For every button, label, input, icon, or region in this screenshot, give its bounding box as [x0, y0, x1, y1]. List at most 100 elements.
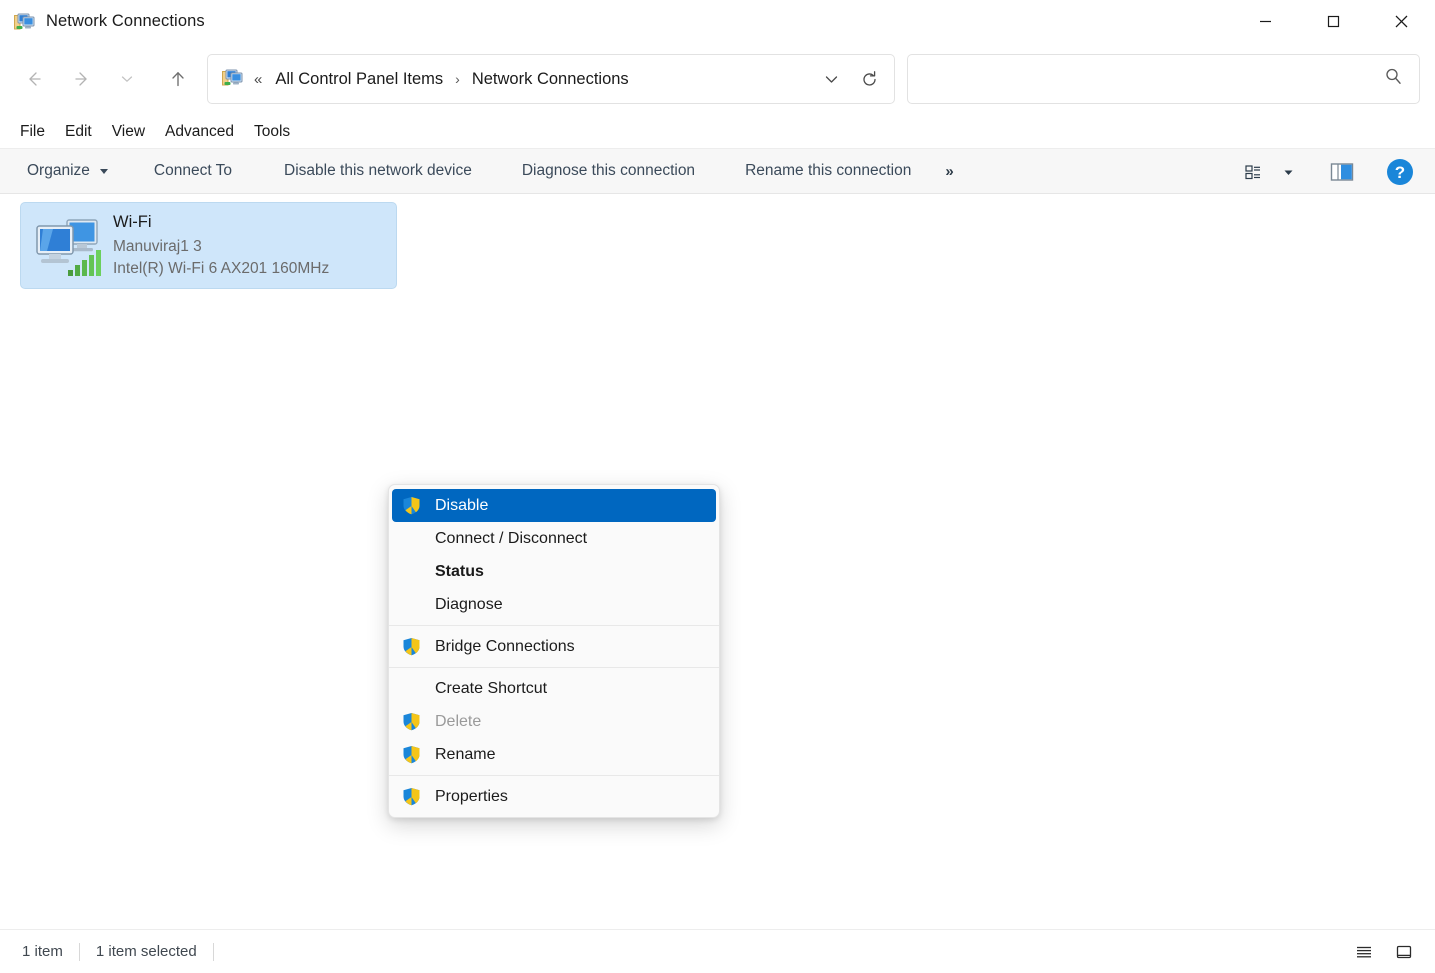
context-menu-label: Create Shortcut [435, 681, 547, 697]
context-menu-label: Disable [435, 498, 488, 514]
large-icons-view-icon [1394, 942, 1414, 962]
context-menu-label: Rename [435, 747, 495, 763]
context-menu-item-bridge-connections[interactable]: Bridge Connections [392, 630, 716, 663]
context-menu-item-properties[interactable]: Properties [392, 780, 716, 813]
context-menu-separator [389, 775, 719, 776]
network-connections-icon [14, 12, 36, 32]
forward-arrow-icon [72, 69, 92, 89]
context-menu-label: Connect / Disconnect [435, 531, 587, 547]
connection-item-text: Wi-Fi Manuviraj1 3 Intel(R) Wi-Fi 6 AX20… [113, 210, 329, 281]
organize-button[interactable]: Organize [16, 157, 119, 185]
forward-button[interactable] [62, 59, 102, 99]
context-menu: Disable Connect / Disconnect Status Diag… [388, 484, 720, 818]
navigation-buttons [14, 59, 198, 99]
network-adapter-wireless-icon [31, 212, 107, 280]
context-menu-item-create-shortcut[interactable]: Create Shortcut [392, 672, 716, 705]
close-button[interactable] [1367, 0, 1435, 43]
caret-down-icon [100, 169, 108, 174]
context-menu-group-2: Bridge Connections [389, 629, 719, 664]
back-button[interactable] [14, 59, 54, 99]
context-menu-separator [389, 625, 719, 626]
command-bar: Organize Connect To Disable this network… [0, 148, 1435, 194]
address-bar-icon [222, 68, 244, 90]
uac-shield-icon [399, 495, 423, 517]
search-icon[interactable] [1384, 67, 1403, 91]
context-menu-group-3: Create Shortcut Delete [389, 671, 719, 772]
breadcrumb-overflow[interactable]: « [252, 72, 270, 87]
connection-item-wifi[interactable]: Wi-Fi Manuviraj1 3 Intel(R) Wi-Fi 6 AX20… [20, 202, 397, 289]
no-icon [399, 561, 423, 583]
breadcrumb-network-connections[interactable]: Network Connections [467, 67, 634, 92]
rename-connection-button[interactable]: Rename this connection [734, 157, 922, 185]
details-view-icon [1354, 942, 1374, 962]
view-options-dropdown-button[interactable] [1275, 154, 1301, 190]
breadcrumb-separator[interactable]: › [448, 71, 467, 87]
command-bar-right: ? [1235, 149, 1419, 195]
menu-view[interactable]: View [103, 120, 154, 144]
recent-locations-button[interactable] [110, 59, 144, 99]
address-bar[interactable]: « All Control Panel Items › Network Conn… [207, 54, 895, 104]
view-options-icon [1244, 162, 1264, 182]
status-divider [79, 943, 80, 961]
breadcrumb-all-control-panel-items[interactable]: All Control Panel Items [270, 67, 448, 92]
menu-bar: File Edit View Advanced Tools [0, 115, 1435, 148]
help-icon: ? [1385, 157, 1415, 187]
refresh-button[interactable] [850, 60, 888, 98]
context-menu-item-status[interactable]: Status [392, 555, 716, 588]
minimize-button[interactable] [1231, 0, 1299, 43]
status-item-count: 1 item [0, 943, 63, 960]
chevron-down-icon [119, 71, 135, 87]
no-icon [399, 678, 423, 700]
title-bar-left: Network Connections [0, 12, 205, 32]
menu-edit[interactable]: Edit [56, 120, 101, 144]
uac-shield-icon [399, 744, 423, 766]
no-icon [399, 594, 423, 616]
up-button[interactable] [158, 59, 198, 99]
menu-file[interactable]: File [11, 120, 54, 144]
address-dropdown-button[interactable] [812, 60, 850, 98]
status-bar: 1 item 1 item selected [0, 929, 1435, 973]
maximize-button[interactable] [1299, 0, 1367, 43]
connect-to-button[interactable]: Connect To [143, 157, 243, 185]
search-box[interactable] [907, 54, 1420, 104]
menu-tools[interactable]: Tools [245, 120, 299, 144]
details-view-button[interactable] [1347, 937, 1381, 967]
context-menu-item-connect-disconnect[interactable]: Connect / Disconnect [392, 522, 716, 555]
connection-adapter: Intel(R) Wi-Fi 6 AX201 160MHz [113, 258, 329, 281]
uac-shield-icon [399, 711, 423, 733]
connection-network: Manuviraj1 3 [113, 236, 329, 259]
uac-shield-icon [399, 786, 423, 808]
status-divider [213, 943, 214, 961]
toolbar-overflow-button[interactable]: » [936, 157, 962, 186]
preview-pane-button[interactable] [1323, 154, 1361, 190]
context-menu-label: Status [435, 564, 484, 580]
context-menu-group-1: Disable Connect / Disconnect Status Diag… [389, 488, 719, 622]
context-menu-label: Properties [435, 789, 508, 805]
context-menu-item-delete: Delete [392, 705, 716, 738]
context-menu-item-disable[interactable]: Disable [392, 489, 716, 522]
up-arrow-icon [168, 69, 188, 89]
back-arrow-icon [24, 69, 44, 89]
context-menu-item-diagnose[interactable]: Diagnose [392, 588, 716, 621]
content-area: Wi-Fi Manuviraj1 3 Intel(R) Wi-Fi 6 AX20… [0, 194, 1435, 929]
context-menu-label: Delete [435, 714, 481, 730]
search-input[interactable] [922, 55, 1384, 103]
status-selection: 1 item selected [96, 943, 197, 960]
preview-pane-icon [1330, 161, 1354, 183]
context-menu-item-rename[interactable]: Rename [392, 738, 716, 771]
help-button[interactable]: ? [1381, 154, 1419, 190]
network-connections-window: Network Connections [0, 0, 1435, 973]
menu-advanced[interactable]: Advanced [156, 120, 243, 144]
diagnose-connection-button[interactable]: Diagnose this connection [511, 157, 706, 185]
organize-label: Organize [27, 163, 90, 179]
large-icons-view-button[interactable] [1387, 937, 1421, 967]
title-bar: Network Connections [0, 0, 1435, 43]
disable-network-device-button[interactable]: Disable this network device [273, 157, 483, 185]
context-menu-label: Diagnose [435, 597, 503, 613]
refresh-icon [860, 70, 879, 89]
context-menu-separator [389, 667, 719, 668]
connection-name: Wi-Fi [113, 210, 329, 236]
context-menu-group-4: Properties [389, 779, 719, 814]
view-options-button[interactable] [1235, 154, 1273, 190]
chevron-down-icon [823, 71, 840, 88]
